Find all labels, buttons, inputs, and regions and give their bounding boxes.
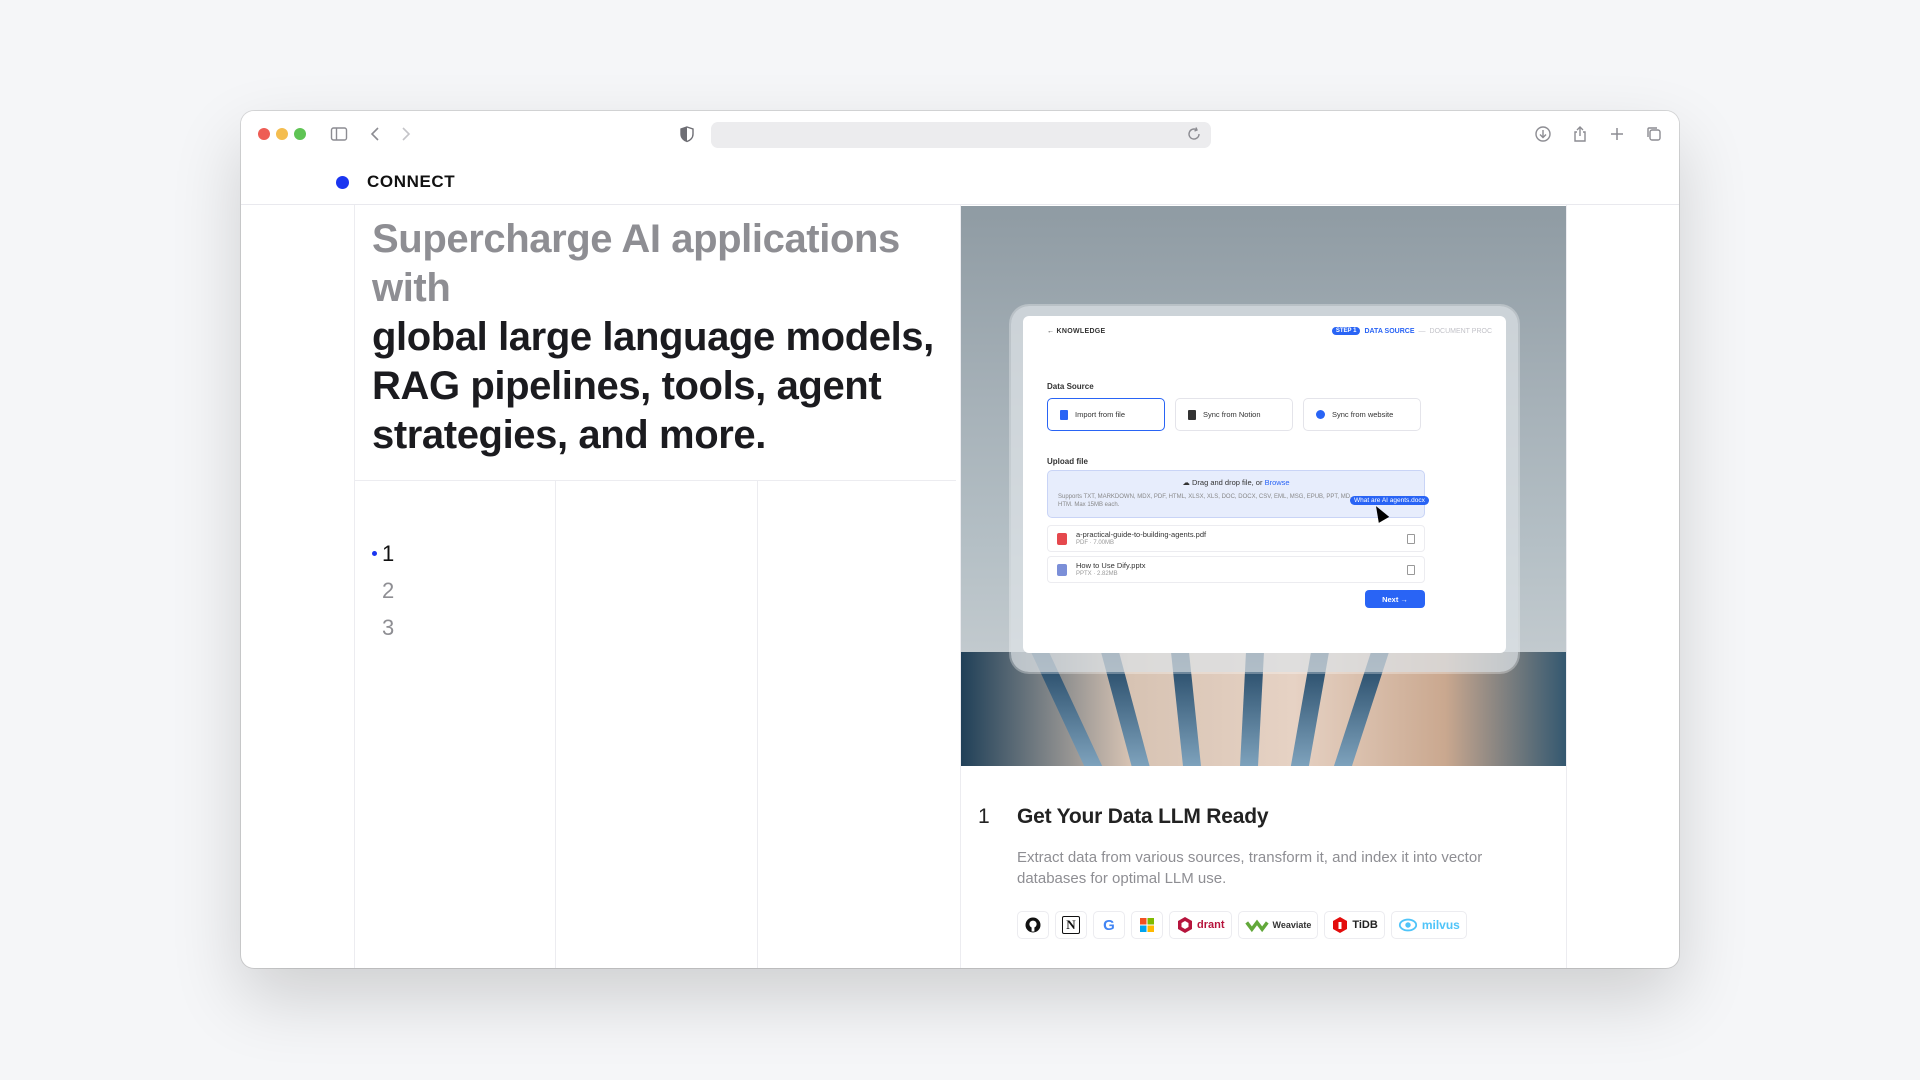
forward-arrow-icon[interactable] bbox=[393, 122, 417, 146]
logo-label: drant bbox=[1197, 919, 1225, 931]
wizard-steps: STEP 1 DATA SOURCE — DOCUMENT PROC bbox=[1331, 327, 1492, 335]
qdrant-logo-icon: drant bbox=[1169, 911, 1232, 939]
upload-title: Upload file bbox=[1047, 457, 1088, 466]
step-current-label: DATA SOURCE bbox=[1364, 327, 1415, 335]
reload-icon[interactable] bbox=[1186, 126, 1204, 144]
back-label: KNOWLEDGE bbox=[1056, 328, 1106, 335]
back-arrow-icon[interactable] bbox=[364, 122, 388, 146]
step-label: 2 bbox=[382, 578, 395, 603]
browse-link: Browse bbox=[1264, 478, 1290, 487]
next-button: Next → bbox=[1365, 590, 1425, 608]
drop-label: Drag and drop file, or bbox=[1192, 478, 1263, 487]
share-icon[interactable] bbox=[1568, 122, 1592, 146]
headline-dark: global large language models, RAG pipeli… bbox=[372, 315, 934, 457]
minimize-window-button[interactable] bbox=[276, 128, 288, 140]
milvus-logo-icon: milvus bbox=[1390, 911, 1467, 939]
browser-toolbar bbox=[241, 111, 1679, 157]
page-headline: Supercharge AI applications with global … bbox=[372, 215, 942, 460]
downloads-icon[interactable] bbox=[1531, 122, 1555, 146]
source-label: Sync from website bbox=[1332, 410, 1394, 419]
source-label: Import from file bbox=[1075, 410, 1126, 419]
headline-muted: Supercharge AI applications with bbox=[372, 217, 900, 310]
feature-number: 1 bbox=[978, 805, 990, 828]
step-item-2[interactable]: 2 bbox=[372, 578, 394, 615]
grid-divider bbox=[354, 480, 956, 481]
pptx-file-icon bbox=[1057, 564, 1067, 576]
file-name: a-practical-guide-to-building-agents.pdf bbox=[1076, 530, 1207, 539]
source-label: Sync from Notion bbox=[1203, 410, 1261, 419]
file-icon bbox=[1060, 409, 1068, 420]
file-name: How to Use Dify.pptx bbox=[1076, 561, 1146, 570]
app-screenshot: ← KNOWLEDGE STEP 1 DATA SOURCE — DOCUMEN… bbox=[1023, 316, 1506, 653]
step-pill: STEP 1 bbox=[1331, 327, 1361, 335]
file-meta: PPTX · 2.82MB bbox=[1076, 571, 1118, 577]
github-logo-icon bbox=[1017, 911, 1049, 939]
active-step-dot bbox=[372, 551, 377, 556]
hero-image: ← KNOWLEDGE STEP 1 DATA SOURCE — DOCUMEN… bbox=[961, 206, 1566, 766]
file-row: a-practical-guide-to-building-agents.pdf… bbox=[1047, 525, 1425, 552]
source-options: Import from file Sync from Notion Sync f… bbox=[1047, 398, 1421, 431]
file-meta: PDF · 7.00MB bbox=[1076, 540, 1115, 546]
privacy-shield-icon[interactable] bbox=[675, 122, 699, 146]
supported-formats: Supports TXT, MARKDOWN, MDX, PDF, HTML, … bbox=[1058, 494, 1352, 508]
dragged-file-chip: What are AI agents.docx bbox=[1350, 496, 1429, 505]
weaviate-logo-icon: Weaviate bbox=[1237, 911, 1319, 939]
tab-overview-icon[interactable] bbox=[1642, 122, 1666, 146]
new-tab-icon[interactable] bbox=[1605, 122, 1629, 146]
logo-label: N bbox=[1062, 916, 1080, 934]
brand-logo-dot[interactable] bbox=[336, 176, 349, 189]
drop-zone: ☁ Drag and drop file, or Browse Supports… bbox=[1047, 470, 1429, 523]
step-label: 3 bbox=[382, 615, 395, 640]
globe-icon bbox=[1316, 410, 1325, 419]
logo-label: G bbox=[1103, 916, 1115, 934]
source-notion: Sync from Notion bbox=[1175, 398, 1293, 431]
microsoft-logo-icon bbox=[1131, 911, 1163, 939]
drop-text: ☁ Drag and drop file, or Browse bbox=[1182, 478, 1290, 487]
file-row: How to Use Dify.pptx PPTX · 2.82MB bbox=[1047, 556, 1425, 583]
maximize-window-button[interactable] bbox=[294, 128, 306, 140]
feature-description: Extract data from various sources, trans… bbox=[1017, 849, 1483, 887]
integration-logos: N G drant Weaviate TiDB milvus bbox=[1017, 911, 1467, 939]
source-website: Sync from website bbox=[1303, 398, 1421, 431]
source-import-file: Import from file bbox=[1047, 398, 1165, 431]
close-window-button[interactable] bbox=[258, 128, 270, 140]
step-label: 1 bbox=[382, 541, 395, 566]
step-next-label: DOCUMENT PROC bbox=[1429, 327, 1492, 335]
logo-label: Weaviate bbox=[1272, 920, 1312, 930]
data-source-title: Data Source bbox=[1047, 382, 1094, 391]
tidb-logo-icon: TiDB bbox=[1324, 911, 1385, 939]
step-separator: — bbox=[1418, 327, 1426, 335]
grid-divider bbox=[354, 205, 355, 968]
grid-divider bbox=[555, 481, 556, 968]
trash-icon bbox=[1407, 565, 1415, 575]
site-nav: CONNECT bbox=[241, 157, 1679, 205]
step-item-3[interactable]: 3 bbox=[372, 615, 394, 652]
brand-name[interactable]: CONNECT bbox=[367, 172, 455, 192]
logo-label: TiDB bbox=[1352, 919, 1378, 931]
step-item-1[interactable]: 1 bbox=[372, 541, 394, 578]
trash-icon bbox=[1407, 534, 1415, 544]
back-to-knowledge: ← KNOWLEDGE bbox=[1047, 328, 1106, 335]
pdf-file-icon bbox=[1057, 533, 1067, 545]
sidebar-toggle-icon[interactable] bbox=[327, 122, 351, 146]
grid-divider bbox=[1566, 205, 1567, 968]
mouse-cursor-icon bbox=[1370, 503, 1390, 523]
logo-label: milvus bbox=[1421, 918, 1460, 932]
notion-icon bbox=[1188, 409, 1196, 420]
address-bar[interactable] bbox=[711, 122, 1211, 148]
step-list: 1 2 3 bbox=[372, 541, 394, 652]
notion-logo-icon: N bbox=[1055, 911, 1087, 939]
browser-window: CONNECT Supercharge AI applications with… bbox=[241, 111, 1679, 968]
google-logo-icon: G bbox=[1093, 911, 1125, 939]
grid-divider bbox=[757, 481, 758, 968]
feature-title: Get Your Data LLM Ready bbox=[1017, 805, 1269, 828]
